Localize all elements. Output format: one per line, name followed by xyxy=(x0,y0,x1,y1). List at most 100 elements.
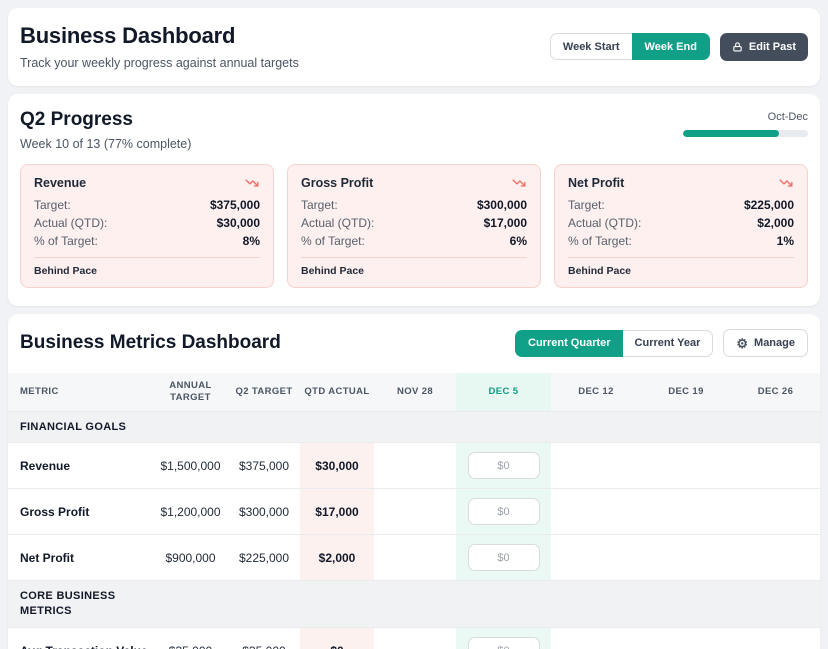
target-value: $300,000 xyxy=(477,198,527,212)
col-header-qtd-actual: QTD ACTUAL xyxy=(300,373,374,411)
col-header-dec-19: DEC 19 xyxy=(641,373,731,411)
current-quarter-button[interactable]: Current Quarter xyxy=(515,330,623,357)
trending-down-icon xyxy=(511,176,527,190)
pct-label: % of Target: xyxy=(568,234,632,248)
annual-target-cell: $1,500,000 xyxy=(153,443,228,489)
qtd-actual-cell: $30,000 xyxy=(300,443,374,489)
quarter-progress-bar xyxy=(683,130,808,137)
card-divider xyxy=(568,257,794,258)
dec5-input[interactable] xyxy=(468,544,540,571)
pct-value: 8% xyxy=(243,234,260,248)
annual-target-cell: $1,200,000 xyxy=(153,489,228,535)
dec-26-cell xyxy=(731,628,820,649)
current-year-button[interactable]: Current Year xyxy=(623,330,714,357)
metrics-title: Business Metrics Dashboard xyxy=(20,332,281,354)
dec-12-cell xyxy=(551,489,641,535)
summary-card-title: Net Profit xyxy=(568,176,624,190)
manage-button[interactable]: ⚙ Manage xyxy=(723,329,808,357)
dec-19-cell xyxy=(641,443,731,489)
target-label: Target: xyxy=(568,198,605,212)
q2-target-cell: $375,000 xyxy=(228,443,300,489)
manage-label: Manage xyxy=(754,337,795,349)
lock-icon xyxy=(732,41,743,53)
table-header-row: METRIC ANNUAL TARGET Q2 TARGET QTD ACTUA… xyxy=(8,373,820,411)
dec-26-cell xyxy=(731,443,820,489)
qtd-actual-cell: $17,000 xyxy=(300,489,374,535)
summary-cards-row: Revenue Target: $375,000 Actual (QTD): $30… xyxy=(20,164,808,288)
actual-value: $2,000 xyxy=(757,216,794,230)
trending-down-icon xyxy=(244,176,260,190)
summary-card-title: Gross Profit xyxy=(301,176,373,190)
dec-12-cell xyxy=(551,628,641,649)
col-header-dec-5: DEC 5 xyxy=(456,373,551,411)
metrics-table: METRIC ANNUAL TARGET Q2 TARGET QTD ACTUA… xyxy=(8,373,820,649)
quarter-progress-fill xyxy=(683,130,779,137)
page-subtitle: Track your weekly progress against annua… xyxy=(20,56,299,70)
table-row: Avg Transaction Value $35,000 $35,000 $0 xyxy=(8,628,820,649)
period-label: Oct-Dec xyxy=(768,111,808,123)
section-label: FINANCIAL GOALS xyxy=(20,420,160,435)
section-row-core-business-metrics: CORE BUSINESS METRICS xyxy=(8,581,820,628)
annual-target-cell: $35,000 xyxy=(153,628,228,649)
status-badge: Behind Pace xyxy=(301,265,527,277)
edit-past-label: Edit Past xyxy=(749,41,796,53)
metric-name: Net Profit xyxy=(8,535,153,581)
pct-value: 6% xyxy=(510,234,527,248)
q2-target-cell: $300,000 xyxy=(228,489,300,535)
dec-12-cell xyxy=(551,535,641,581)
metric-name: Revenue xyxy=(8,443,153,489)
col-header-nov-28: NOV 28 xyxy=(374,373,456,411)
nov-28-cell xyxy=(374,535,456,581)
actual-label: Actual (QTD): xyxy=(568,216,641,230)
header-actions: Week Start Week End Edit Past xyxy=(550,33,808,61)
summary-card-revenue: Revenue Target:$375,000 Actual (QTD):$30… xyxy=(20,164,274,288)
pct-label: % of Target: xyxy=(34,234,98,248)
q2-target-cell: $225,000 xyxy=(228,535,300,581)
gear-icon: ⚙ xyxy=(736,337,748,350)
dec-5-cell xyxy=(456,535,551,581)
col-header-q2-target: Q2 TARGET xyxy=(228,373,300,411)
col-header-annual-target: ANNUAL TARGET xyxy=(153,373,228,411)
summary-card-gross-profit: Gross Profit Target:$300,000 Actual (QTD… xyxy=(287,164,541,288)
summary-card-title: Revenue xyxy=(34,176,86,190)
dec-26-cell xyxy=(731,489,820,535)
week-start-button[interactable]: Week Start xyxy=(550,33,632,60)
dec5-input[interactable] xyxy=(468,498,540,525)
section-label: CORE BUSINESS METRICS xyxy=(20,589,160,619)
qtd-actual-cell: $2,000 xyxy=(300,535,374,581)
card-divider xyxy=(301,257,527,258)
dec5-input[interactable] xyxy=(468,637,540,649)
period-toggle: Current Quarter Current Year xyxy=(515,330,713,357)
dec-19-cell xyxy=(641,535,731,581)
summary-card-net-profit: Net Profit Target:$225,000 Actual (QTD):… xyxy=(554,164,808,288)
nov-28-cell xyxy=(374,628,456,649)
page-header: Business Dashboard Track your weekly pro… xyxy=(8,8,820,86)
actual-label: Actual (QTD): xyxy=(34,216,107,230)
dec5-input[interactable] xyxy=(468,452,540,479)
edit-past-button[interactable]: Edit Past xyxy=(720,33,808,61)
dec-5-cell xyxy=(456,489,551,535)
table-row: Gross Profit $1,200,000 $300,000 $17,000 xyxy=(8,489,820,535)
header-titles: Business Dashboard Track your weekly pro… xyxy=(20,23,299,70)
dec-12-cell xyxy=(551,443,641,489)
dec-5-cell xyxy=(456,628,551,649)
status-badge: Behind Pace xyxy=(568,265,794,277)
actual-value: $30,000 xyxy=(217,216,260,230)
table-row: Net Profit $900,000 $225,000 $2,000 xyxy=(8,535,820,581)
nov-28-cell xyxy=(374,443,456,489)
annual-target-cell: $900,000 xyxy=(153,535,228,581)
week-toggle: Week Start Week End xyxy=(550,33,710,60)
dec-19-cell xyxy=(641,489,731,535)
q2-progress-subtitle: Week 10 of 13 (77% complete) xyxy=(20,137,191,151)
target-label: Target: xyxy=(301,198,338,212)
qtd-actual-cell: $0 xyxy=(300,628,374,649)
metric-name: Avg Transaction Value xyxy=(8,628,153,649)
section-row-financial-goals: FINANCIAL GOALS xyxy=(8,411,820,443)
col-header-metric: METRIC xyxy=(8,373,153,411)
week-end-button[interactable]: Week End xyxy=(632,33,710,60)
target-value: $375,000 xyxy=(210,198,260,212)
metrics-card: Business Metrics Dashboard Current Quart… xyxy=(8,314,820,649)
dec-26-cell xyxy=(731,535,820,581)
pct-label: % of Target: xyxy=(301,234,365,248)
pct-value: 1% xyxy=(777,234,794,248)
